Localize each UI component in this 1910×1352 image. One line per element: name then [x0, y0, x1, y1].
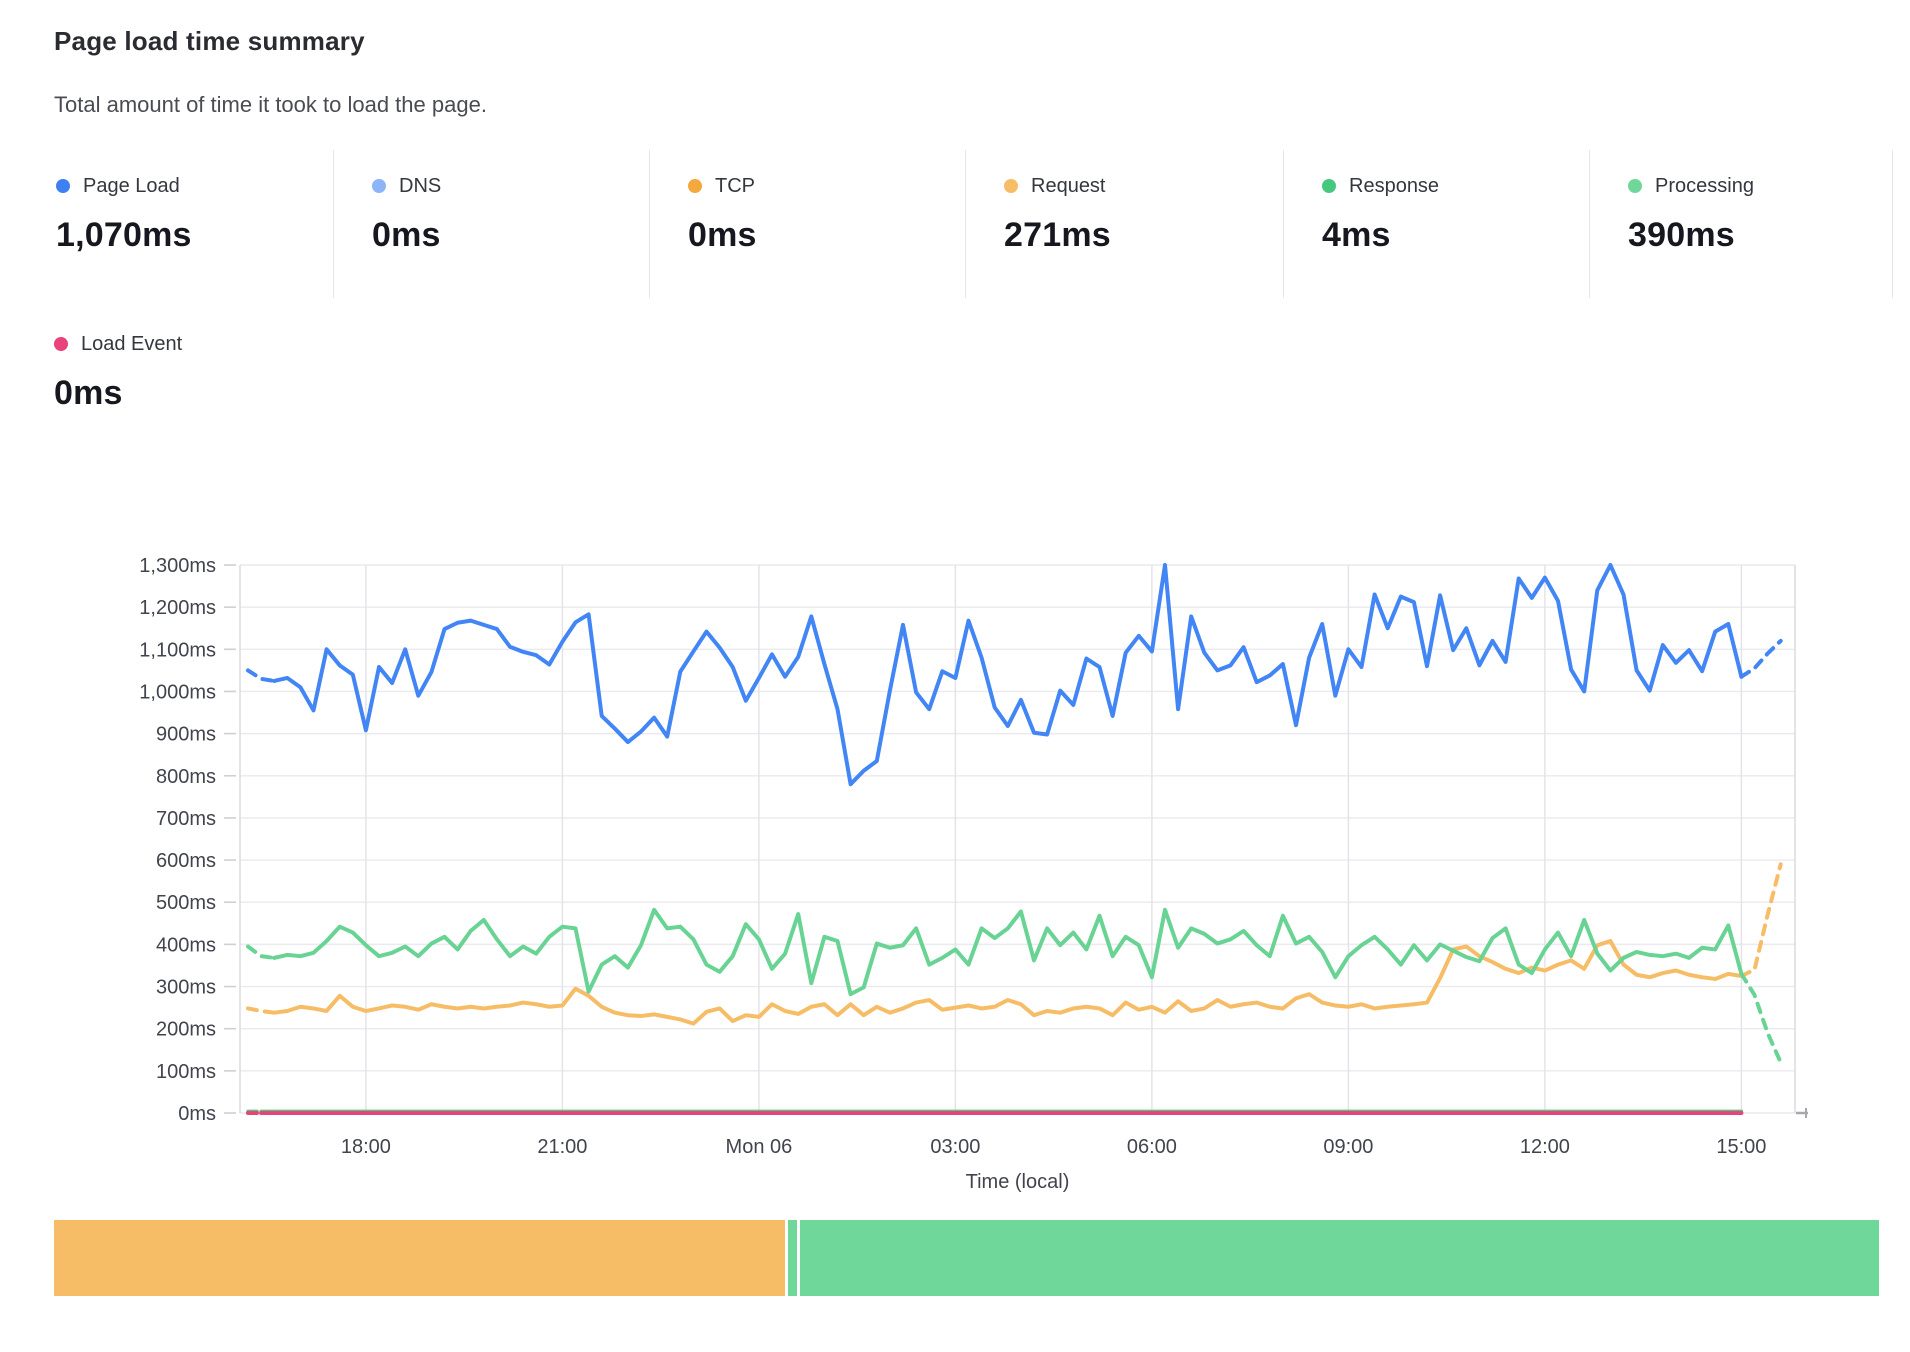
series-line-request[interactable]	[274, 941, 1741, 1024]
metric-load-event: Load Event 0ms	[54, 332, 182, 413]
y-axis-label: 1,100ms	[139, 639, 216, 661]
metric-label: Page Load	[83, 175, 180, 198]
metric-value: 4ms	[1322, 216, 1589, 255]
metric-value: 271ms	[1004, 216, 1283, 255]
metric-response: Response 4ms	[1284, 150, 1590, 298]
y-axis-label: 0ms	[178, 1103, 216, 1125]
metric-label: Processing	[1655, 175, 1754, 198]
metric-label: Request	[1031, 175, 1106, 198]
load-event-dot-icon	[54, 337, 68, 351]
series-line-processing[interactable]	[248, 946, 274, 957]
y-axis-label: 900ms	[156, 724, 216, 746]
series-line-request[interactable]	[1741, 864, 1780, 976]
x-axis-label: 12:00	[1520, 1136, 1570, 1158]
series-line-page-load[interactable]	[248, 670, 274, 681]
dns-dot-icon	[372, 179, 386, 193]
metric-value: 0ms	[372, 216, 649, 255]
y-axis-label: 400ms	[156, 934, 216, 956]
x-axis-title: Time (local)	[966, 1171, 1070, 1193]
series-line-page-load[interactable]	[1741, 641, 1780, 677]
metric-dns: DNS 0ms	[334, 150, 650, 298]
status-segment-ok[interactable]	[800, 1220, 1879, 1296]
series-line-page-load[interactable]	[274, 565, 1741, 784]
page-load-summary-panel: Page load time summary Total amount of t…	[0, 0, 1910, 1352]
y-axis-label: 100ms	[156, 1061, 216, 1083]
metric-value: 390ms	[1628, 216, 1892, 255]
x-axis-label: Mon 06	[726, 1136, 793, 1158]
y-axis-label: 600ms	[156, 850, 216, 872]
request-dot-icon	[1004, 179, 1018, 193]
processing-dot-icon	[1628, 179, 1642, 193]
metric-page-load: Page Load 1,070ms	[54, 150, 334, 298]
x-axis-label: 15:00	[1716, 1136, 1766, 1158]
status-segment-ok-sliver[interactable]	[788, 1220, 797, 1296]
x-axis-label: 03:00	[930, 1136, 980, 1158]
page-subtitle: Total amount of time it took to load the…	[54, 92, 487, 118]
metric-tcp: TCP 0ms	[650, 150, 966, 298]
y-axis-label: 800ms	[156, 766, 216, 788]
y-axis-label: 1,300ms	[139, 555, 216, 577]
x-axis-label: 06:00	[1127, 1136, 1177, 1158]
status-segment-warning[interactable]	[54, 1220, 785, 1296]
status-timeline-bar[interactable]	[54, 1220, 1879, 1296]
y-axis-label: 300ms	[156, 977, 216, 999]
metric-value: 1,070ms	[56, 216, 333, 255]
page-load-dot-icon	[56, 179, 70, 193]
metric-value: 0ms	[54, 374, 182, 413]
series-line-request[interactable]	[248, 1008, 274, 1012]
x-axis-label: 21:00	[537, 1136, 587, 1158]
x-axis-label: 09:00	[1323, 1136, 1373, 1158]
y-axis-label: 1,200ms	[139, 597, 216, 619]
y-axis-label: 200ms	[156, 1019, 216, 1041]
series-line-processing[interactable]	[274, 910, 1741, 994]
metrics-summary-row: Page Load 1,070ms DNS 0ms TCP 0ms Reques…	[54, 150, 1893, 298]
metric-label: DNS	[399, 175, 441, 198]
metric-label: Load Event	[81, 333, 182, 356]
metric-processing: Processing 390ms	[1590, 150, 1893, 298]
metric-label: TCP	[715, 175, 755, 198]
response-dot-icon	[1322, 179, 1336, 193]
x-axis-label: 18:00	[341, 1136, 391, 1158]
y-axis-label: 1,000ms	[139, 681, 216, 703]
y-axis-label: 500ms	[156, 892, 216, 914]
page-title: Page load time summary	[54, 26, 365, 57]
metric-value: 0ms	[688, 216, 965, 255]
load-time-chart[interactable]: 0ms 100ms 200ms 300ms 400ms 500ms 600ms 700ms 80…	[0, 500, 1910, 1210]
metric-label: Response	[1349, 175, 1439, 198]
y-axis-label: 700ms	[156, 808, 216, 830]
metric-request: Request 271ms	[966, 150, 1284, 298]
tcp-dot-icon	[688, 179, 702, 193]
